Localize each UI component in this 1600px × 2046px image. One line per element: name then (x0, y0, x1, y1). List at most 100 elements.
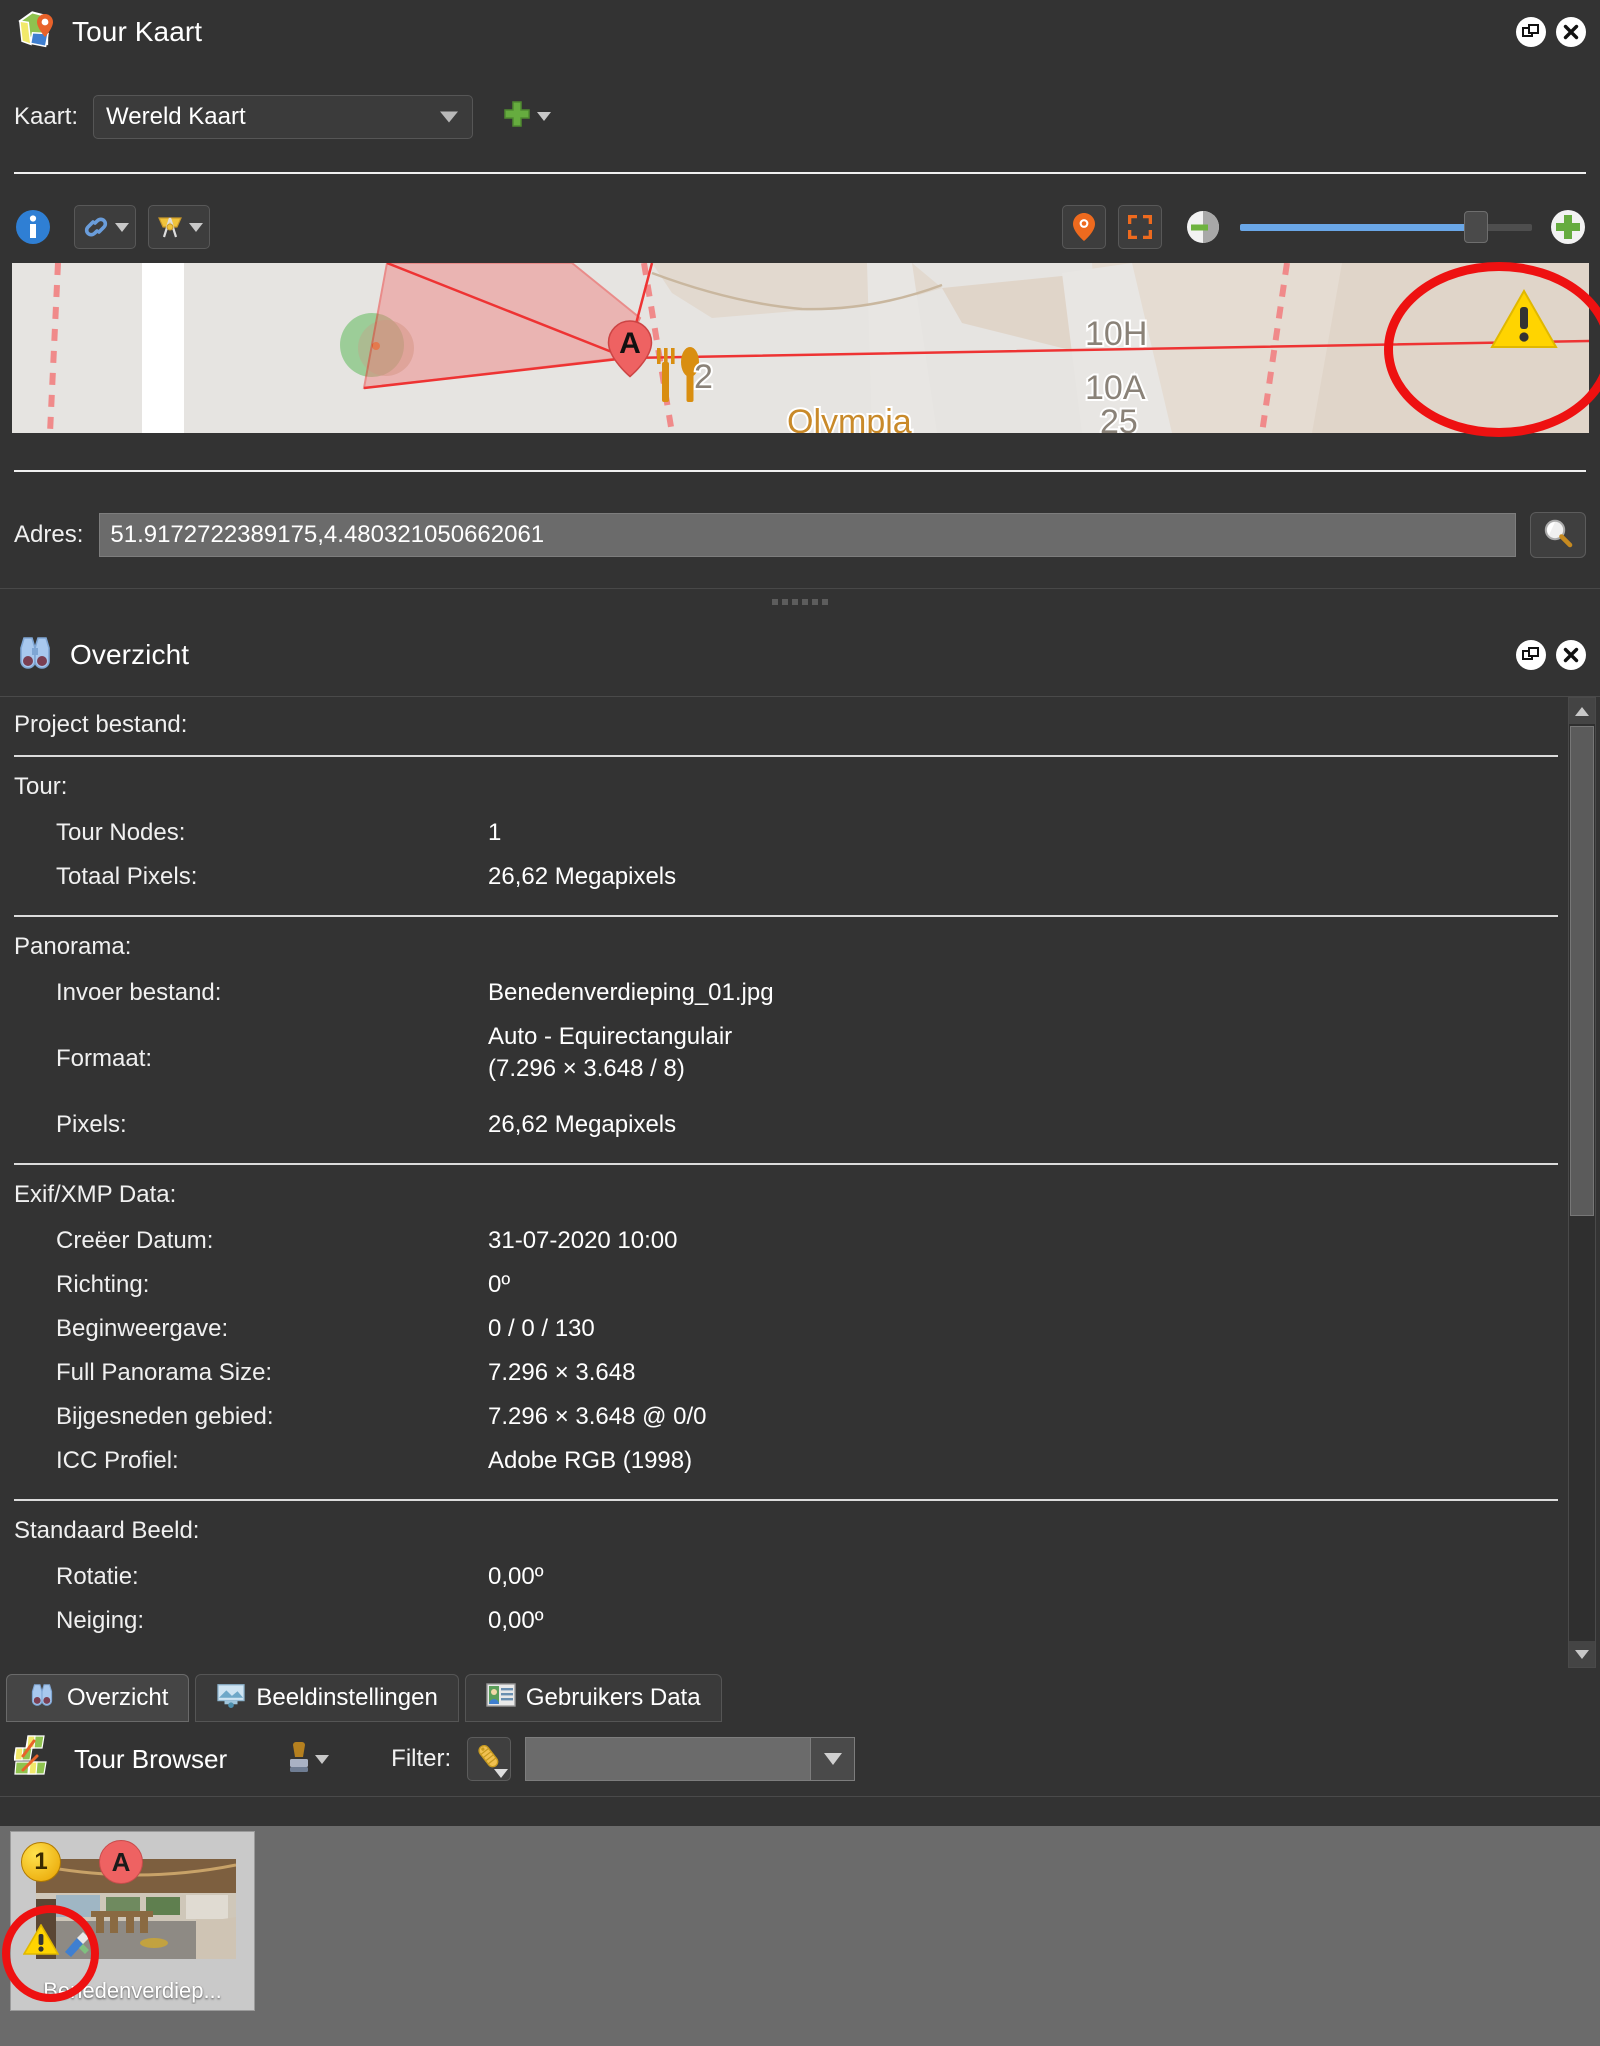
map-pin-icon (14, 8, 58, 57)
section-title: Standaard Beeld: (14, 1517, 200, 1544)
address-search-button[interactable] (1530, 512, 1586, 558)
overzicht-details-panel[interactable]: Project bestand: Tour: Tour Nodes: 1 Totaal … (0, 697, 1572, 1668)
detail-value: 1 (488, 819, 502, 846)
warning-triangle-icon (22, 1923, 60, 1961)
tab-beeldinstellingen[interactable]: Beeldinstellingen (195, 1674, 459, 1722)
zoom-in-icon[interactable] (1550, 209, 1586, 245)
tour-browser-icon (13, 1734, 60, 1785)
tab-bar: Overzicht Beeldinstellingen Gebruikers D… (0, 1668, 1600, 1722)
zoom-slider[interactable] (1240, 211, 1532, 243)
kaart-selector-row: Kaart: Wereld Kaart (0, 64, 1600, 169)
chevron-down-icon (494, 1769, 509, 1778)
detail-key: Creëer Datum: (56, 1227, 214, 1254)
chevron-down-icon (440, 111, 459, 122)
detail-value: Adobe RGB (1998) (488, 1447, 693, 1474)
section-title: Exif/XMP Data: (14, 1181, 177, 1208)
overzicht-scrollbar[interactable] (1568, 697, 1596, 1668)
adres-label: Adres: (14, 521, 84, 548)
filter-dropdown[interactable] (525, 1737, 856, 1781)
compass-dropdown-button[interactable] (148, 205, 210, 249)
detail-row: Richting: 0º (14, 1263, 1572, 1307)
detail-row: ICC Profiel: Adobe RGB (1998) (14, 1439, 1572, 1483)
detail-value: 7.296 × 3.648 (488, 1359, 636, 1386)
address-input[interactable] (99, 513, 1516, 557)
map-marker-button[interactable] (1062, 205, 1106, 249)
svg-text:10H: 10H (1085, 315, 1147, 353)
detail-row: Pixels: 26,62 Megapixels (14, 1103, 1572, 1147)
map-marker-icon (1072, 212, 1096, 242)
detail-value: 0,00º (488, 1563, 544, 1590)
tab-label: Overzicht (67, 1684, 169, 1711)
detail-value: 26,62 Megapixels (488, 1111, 677, 1138)
stamp-dropdown-button[interactable] (287, 1740, 330, 1779)
search-icon (1543, 518, 1573, 553)
splitter-grip-icon (772, 598, 828, 605)
filter-label: Filter: (391, 1745, 452, 1772)
map-toolbar (0, 196, 1600, 258)
filter-tag-button[interactable] (467, 1737, 512, 1781)
divider (14, 172, 1586, 174)
detail-value: 0 / 0 / 130 (488, 1315, 595, 1342)
tab-label: Beeldinstellingen (256, 1684, 438, 1711)
scroll-up-arrow-icon[interactable] (1569, 698, 1595, 724)
compass-icon (155, 214, 185, 240)
status-badge: 1 (21, 1842, 61, 1882)
tab-overzicht[interactable]: Overzicht (6, 1674, 190, 1722)
window-controls (1516, 17, 1586, 47)
link-icon (81, 216, 111, 238)
chevron-down-icon[interactable] (810, 1738, 855, 1780)
image-settings-icon (216, 1682, 246, 1715)
info-icon[interactable] (14, 208, 52, 246)
svg-text:10A: 10A (1085, 369, 1146, 407)
address-row: Adres: (0, 500, 1600, 570)
detail-key: Invoer bestand: (56, 979, 222, 1006)
tour-browser-strip[interactable]: 1 A Benedenverdiep... (0, 1826, 1600, 2046)
detail-row: Tour Nodes: 1 (14, 811, 1572, 855)
detail-value: Auto - Equirectangulair (7.296 × 3.648 /… (488, 1023, 733, 1083)
tour-browser-header: Tour Browser Filter: (0, 1722, 1600, 1796)
chevron-down-icon (315, 1754, 330, 1764)
close-window-icon[interactable] (1556, 17, 1586, 47)
section-title: Panorama: (14, 933, 132, 960)
divider (14, 915, 1558, 917)
zoom-slider-remainder (1486, 223, 1532, 231)
restore-window-icon[interactable] (1516, 17, 1546, 47)
detail-row: Invoer bestand: Benedenverdieping_01.jpg (14, 971, 1572, 1015)
plus-icon (501, 98, 533, 135)
detail-key: Beginweergave: (56, 1315, 229, 1342)
info-list: Project bestand: Tour: Tour Nodes: 1 Totaal … (0, 697, 1572, 1643)
detail-row: Bijgesneden gebied: 7.296 × 3.648 @ 0/0 (14, 1395, 1572, 1439)
list-item[interactable]: 1 A Benedenverdiep... (10, 1831, 255, 2011)
svg-text:A: A (619, 327, 641, 360)
restore-window-icon[interactable] (1516, 640, 1546, 670)
close-window-icon[interactable] (1556, 640, 1586, 670)
contrast-icon[interactable] (1186, 210, 1220, 244)
svg-text:2: 2 (694, 358, 713, 396)
kaart-dropdown[interactable]: Wereld Kaart (93, 94, 474, 139)
chevron-down-icon (189, 222, 203, 232)
detail-value: 7.296 × 3.648 @ 0/0 (488, 1403, 707, 1430)
zoom-slider-track[interactable] (1240, 211, 1532, 243)
scrollbar-thumb[interactable] (1570, 726, 1594, 1216)
map-view[interactable]: A 10H 10A 25 Olympia 2 (12, 263, 1589, 433)
panel-splitter[interactable] (0, 588, 1600, 614)
binoculars-icon (27, 1682, 57, 1715)
tab-gebruikers-data[interactable]: Gebruikers Data (464, 1674, 722, 1722)
scroll-down-arrow-icon[interactable] (1569, 1641, 1595, 1667)
zoom-slider-handle[interactable] (1464, 211, 1488, 243)
link-dropdown-button[interactable] (74, 205, 136, 249)
detail-key: Formaat: (56, 1045, 153, 1072)
detail-value: 0º (488, 1271, 511, 1298)
detail-row: Beginweergave: 0 / 0 / 130 (14, 1307, 1572, 1351)
fit-to-view-button[interactable] (1118, 205, 1162, 249)
divider (14, 470, 1586, 472)
divider (14, 755, 1558, 757)
detail-row: Full Panorama Size: 7.296 × 3.648 (14, 1351, 1572, 1395)
svg-text:Olympia: Olympia (787, 403, 912, 433)
add-map-button[interactable] (501, 98, 552, 135)
detail-key: Bijgesneden gebied: (56, 1403, 274, 1430)
detail-row: Neiging: 0,00º (14, 1599, 1572, 1643)
stamp-icon (287, 1740, 311, 1779)
detail-value: 0,00º (488, 1607, 544, 1634)
detail-value: 26,62 Megapixels (488, 863, 677, 890)
